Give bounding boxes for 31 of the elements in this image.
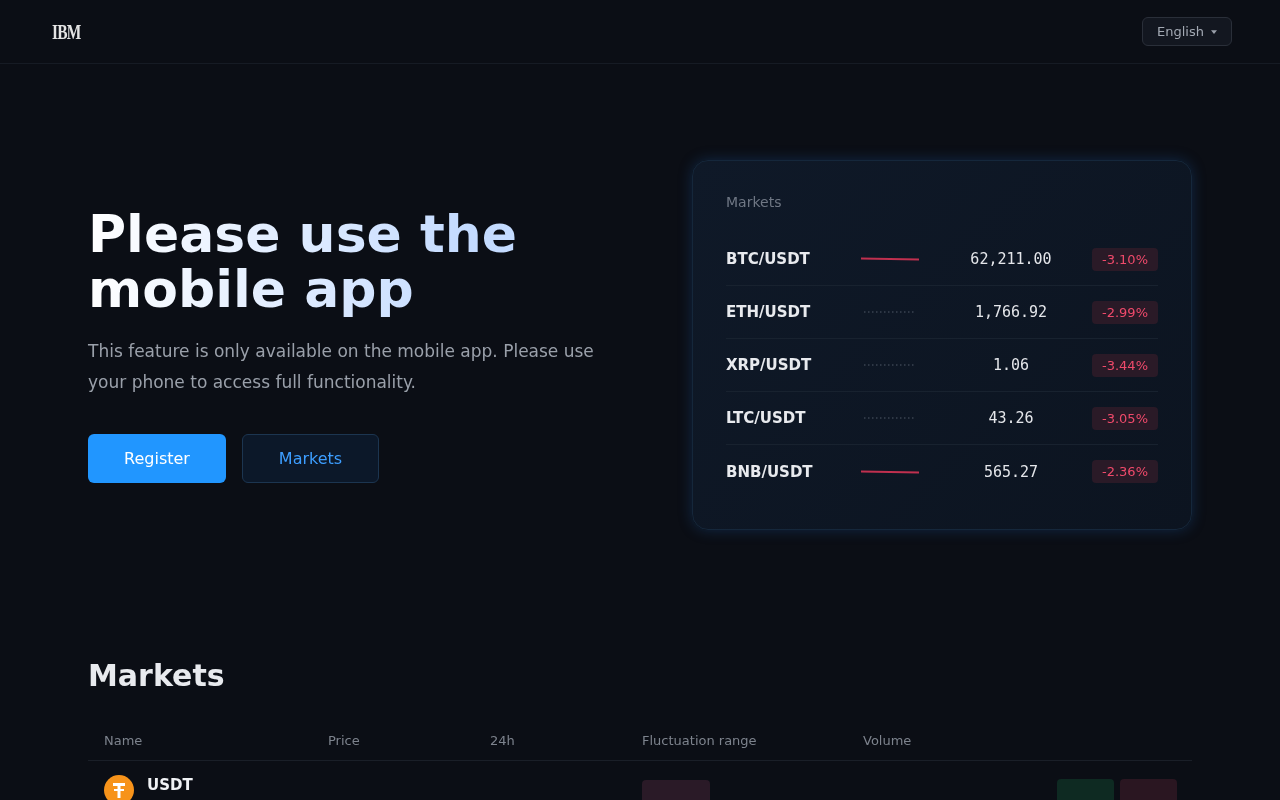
- price: 1,766.92: [973, 303, 1049, 321]
- change-badge: -3.10%: [1092, 247, 1158, 271]
- price: 565.27: [982, 462, 1040, 481]
- column-header: Name: [104, 732, 143, 748]
- change-badge: -3.05%: [1092, 406, 1158, 430]
- pair-name: BTC/USDT: [726, 250, 811, 268]
- buy-button[interactable]: [1057, 779, 1114, 800]
- price: 43.26: [987, 409, 1035, 427]
- change-badge: -2.36%: [1092, 460, 1158, 483]
- pair-name: LTC/USDT: [726, 409, 807, 427]
- hero-description: This feature is only available on the mobile app. Please use your phone to access full functionality.: [88, 340, 595, 394]
- pair-name: ETH/USDT: [726, 303, 812, 321]
- coin-name: USDT: [147, 776, 193, 794]
- caret-icon: [1211, 29, 1217, 34]
- column-header: Price: [328, 732, 360, 748]
- column-header: Volume: [863, 732, 912, 748]
- card-title: Markets: [726, 193, 783, 212]
- change-badge: -2.99%: [1092, 300, 1158, 324]
- sell-button[interactable]: [1120, 779, 1177, 800]
- section-title: Markets: [88, 658, 226, 694]
- pair-name: XRP/USDT: [726, 356, 813, 374]
- markets-button[interactable]: Markets: [242, 434, 379, 483]
- column-header: Fluctuation range: [642, 732, 757, 748]
- pair-name: BNB/USDT: [726, 462, 814, 481]
- price: 1.06: [991, 356, 1031, 374]
- price: 62,211.00: [969, 250, 1053, 268]
- language-selector[interactable]: English: [1142, 17, 1232, 46]
- change-badge: -3.44%: [1092, 353, 1158, 377]
- logo: IBM: [52, 21, 81, 42]
- coin-icon: [104, 775, 134, 800]
- column-header: 24h: [490, 732, 515, 748]
